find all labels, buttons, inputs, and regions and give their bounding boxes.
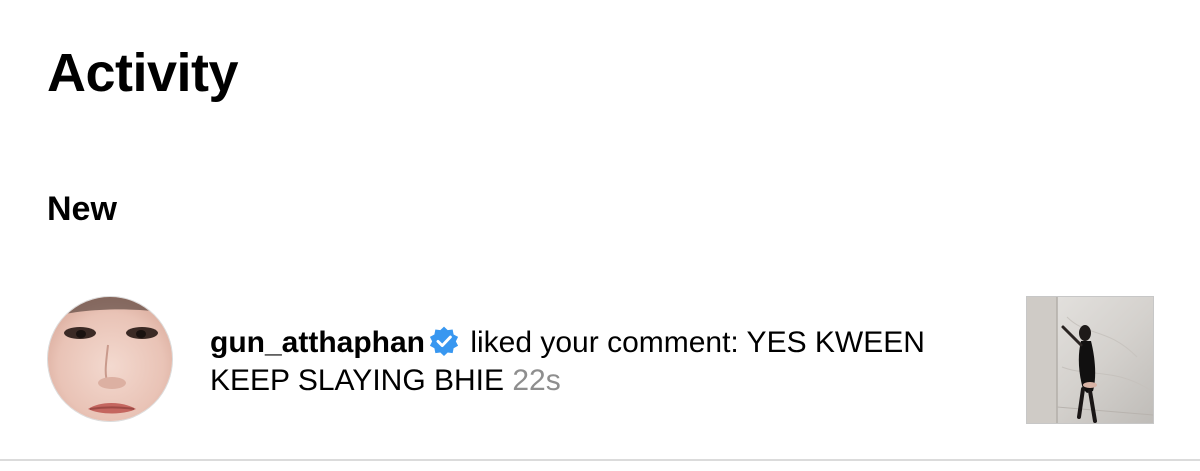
activity-text: gun_atthaphan liked your comment: YES KW… — [210, 324, 970, 400]
post-thumbnail-photo-icon — [1027, 297, 1153, 423]
verified-badge-icon — [429, 326, 459, 357]
avatar[interactable] — [47, 296, 173, 422]
post-thumbnail[interactable] — [1026, 296, 1154, 424]
divider — [0, 459, 1200, 461]
timestamp: 22s — [512, 364, 561, 397]
page-title: Activity — [47, 43, 239, 103]
section-heading-new: New — [47, 190, 117, 228]
avatar-photo-icon — [48, 297, 172, 421]
username-link[interactable]: gun_atthaphan — [210, 326, 425, 359]
activity-row[interactable]: gun_atthaphan liked your comment: YES KW… — [0, 290, 1200, 430]
